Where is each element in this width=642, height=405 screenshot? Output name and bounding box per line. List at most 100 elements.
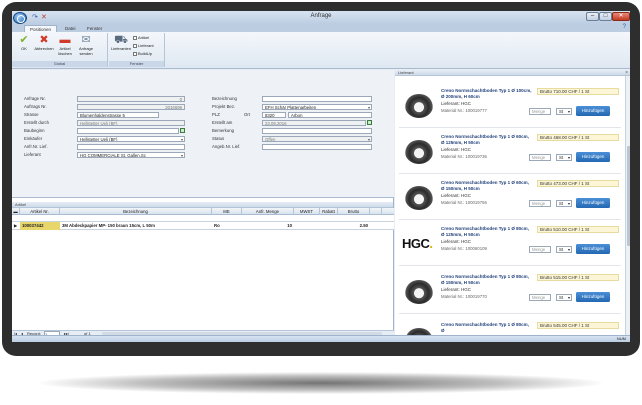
field-angeb-nr-lief[interactable] [262,144,372,150]
help-icon[interactable]: ? [623,24,626,30]
quantity-input[interactable]: Menge [529,200,551,207]
product-image [405,280,433,304]
quantity-input[interactable]: Menge [529,246,551,253]
minimize-button[interactable]: – [586,12,599,21]
cell-mwst[interactable] [294,222,320,230]
field-bezeichnung[interactable] [262,96,372,102]
column-brutto[interactable]: Brutto [338,208,370,215]
lieferant-checkbox[interactable] [133,43,137,48]
checkmark-icon: ✔ [19,34,29,46]
unit-select[interactable]: St [556,294,572,301]
add-button[interactable]: Hinzufügen [576,292,610,302]
unit-select[interactable]: St [556,246,572,253]
label-projekt-bez: Projekt Bez. [212,104,236,109]
field-erstellt-durch: Hellstetter Ueli (BF) [77,120,185,126]
product-card: Creno Normschachtboden Typ 1 Ø 100cm, Ø … [399,84,621,128]
field-ort[interactable]: Arbon [288,112,372,118]
cancel-button[interactable]: ✖ Abbrechen [34,35,54,52]
field-baubeginn[interactable] [77,128,179,134]
cell-artikel-nr[interactable]: 100037442 [20,222,60,230]
column-anfr-menge[interactable]: Anfr. Menge [242,208,294,215]
product-material: Material Nr.: 100019756 [441,200,487,205]
label-einkaeufer: Einkäufer [24,136,43,141]
maximize-button[interactable]: □ [599,12,612,21]
product-material: Material Nr.: 100019777 [441,108,487,113]
product-title[interactable]: Creno Normschachtboden Typ 1 Ø 80cm, Ø 1… [441,226,533,237]
tab-positionen[interactable]: Positionen [24,25,58,32]
field-einkaeufer[interactable]: Hellstetter Ueli (BF) [77,136,185,142]
window-title: Anfrage [310,13,332,19]
ribbon-tabs: Positionen Datei Fenster ? [12,24,630,32]
option-lieferant[interactable]: Lieferant [133,43,154,48]
field-lieferant[interactable]: HG COMMERCIALE St. Gallen,Sc [77,152,185,158]
field-status[interactable]: Offen [262,136,372,142]
product-title[interactable]: Creno Normschachtboden Typ 1 Ø 100cm, Ø … [441,88,533,99]
cell-rabatt[interactable] [320,222,338,230]
cell-brutto[interactable]: 2.50 [338,222,370,230]
ribbon-group-fenster: ⛟ Lieferanten Artikel Lieferant BuildUp … [109,33,165,67]
field-bemerkung[interactable] [262,128,372,134]
column-artikel-nr[interactable]: Artikel Nr. [20,208,60,215]
column-mwst[interactable]: MWST [294,208,320,215]
ribbon-group-label-fenster: Fenster [109,61,164,67]
product-card: Creno Normschachtboden Typ 1 Ø 60cm, Ø 1… [399,130,621,174]
field-plz[interactable]: 8320 [262,112,286,118]
quantity-input[interactable]: Menge [529,108,551,115]
supplier-button[interactable]: ⛟ Lieferanten [110,35,132,52]
quantity-input[interactable]: Menge [529,294,551,301]
product-price: Brutto 545.00 CHF / 1 St [537,322,619,329]
calendar-icon[interactable] [367,120,372,125]
supplier-panel-header: Lieferant [395,70,630,76]
product-title[interactable]: Creno Normschachtboden Typ 1 Ø 80cm, Ø [441,322,533,333]
quantity-input[interactable]: Menge [529,154,551,161]
unit-select[interactable]: St [556,200,572,207]
label-anfr-nr-lief: Anfr.Nr. Lief. [24,144,48,149]
hgc-logo-text: HGC [402,236,430,251]
add-button[interactable]: Hinzufügen [576,244,610,254]
column-me[interactable]: ME [212,208,242,215]
tab-fenster[interactable]: Fenster [82,25,107,32]
column-extra [370,208,382,215]
cell-anfr-menge[interactable]: 10 [242,222,294,230]
unit-select[interactable]: St [556,108,572,115]
field-anfr-nr-lief[interactable] [77,144,185,150]
option-lieferant-label: Lieferant [138,43,154,48]
product-title[interactable]: Creno Normschachtboden Typ 1 Ø 80cm, Ø 1… [441,274,533,285]
table-row[interactable]: ▶ 100037442 3M Abdeckpapier MP- 150 brau… [12,222,394,230]
buildup-checkbox[interactable] [133,51,137,56]
option-artikel[interactable]: Artikel [133,35,149,40]
cell-bezeichnung[interactable]: 3M Abdeckpapier MP- 150 braun 15cm, L 50… [60,222,212,230]
close-button[interactable]: ✕ [612,12,630,21]
delete-article-button[interactable]: ▬ Artikel löschen [55,35,75,56]
articles-filter-row[interactable] [12,215,394,222]
add-button[interactable]: Hinzufügen [576,198,610,208]
option-buildup[interactable]: BuildUp [133,51,152,56]
product-material: Material Nr.: 100060109 [441,246,487,251]
field-projekt-bez[interactable]: EFH Schär Plattenarbeiten [262,104,372,110]
product-title[interactable]: Creno Normschachtboden Typ 1 Ø 60cm, Ø 1… [441,134,533,145]
tab-datei[interactable]: Datei [60,25,81,32]
row-pointer-icon: ▶ [14,223,18,228]
product-title[interactable]: Creno Normschachtboden Typ 1 Ø 60cm, Ø 1… [441,180,533,191]
cell-me[interactable]: Ro [212,222,242,230]
scrollbar-thumb[interactable] [627,146,630,246]
calendar-icon[interactable] [180,128,185,133]
artikel-checkbox[interactable] [133,35,137,40]
field-strasse[interactable]: Blumenhaldenstrasse 5 [77,112,159,118]
send-request-button[interactable]: ✉ Anfrage senden [76,35,96,56]
field-erstellt-am: 23.09.2016 [262,120,366,126]
send-request-label: Anfrage senden [78,46,93,56]
product-material: Material Nr.: 100019736 [441,154,487,159]
label-baubeginn: Baubeginn [24,128,45,133]
delete-article-label: Artikel löschen [58,46,72,56]
column-rabatt[interactable]: Rabatt [320,208,338,215]
product-supplier: Lieferant: HGC [441,239,472,244]
column-bezeichnung[interactable]: Bezeichnung [60,208,212,215]
product-supplier: Lieferant: HGC [441,101,472,106]
field-auftrags-nr: 2016696 [77,104,185,110]
add-button[interactable]: Hinzufügen [576,152,610,162]
add-button[interactable]: Hinzufügen [576,106,610,116]
vertical-scrollbar[interactable] [625,76,630,335]
unit-select[interactable]: St [556,154,572,161]
ok-button[interactable]: ✔ OK [14,35,34,52]
